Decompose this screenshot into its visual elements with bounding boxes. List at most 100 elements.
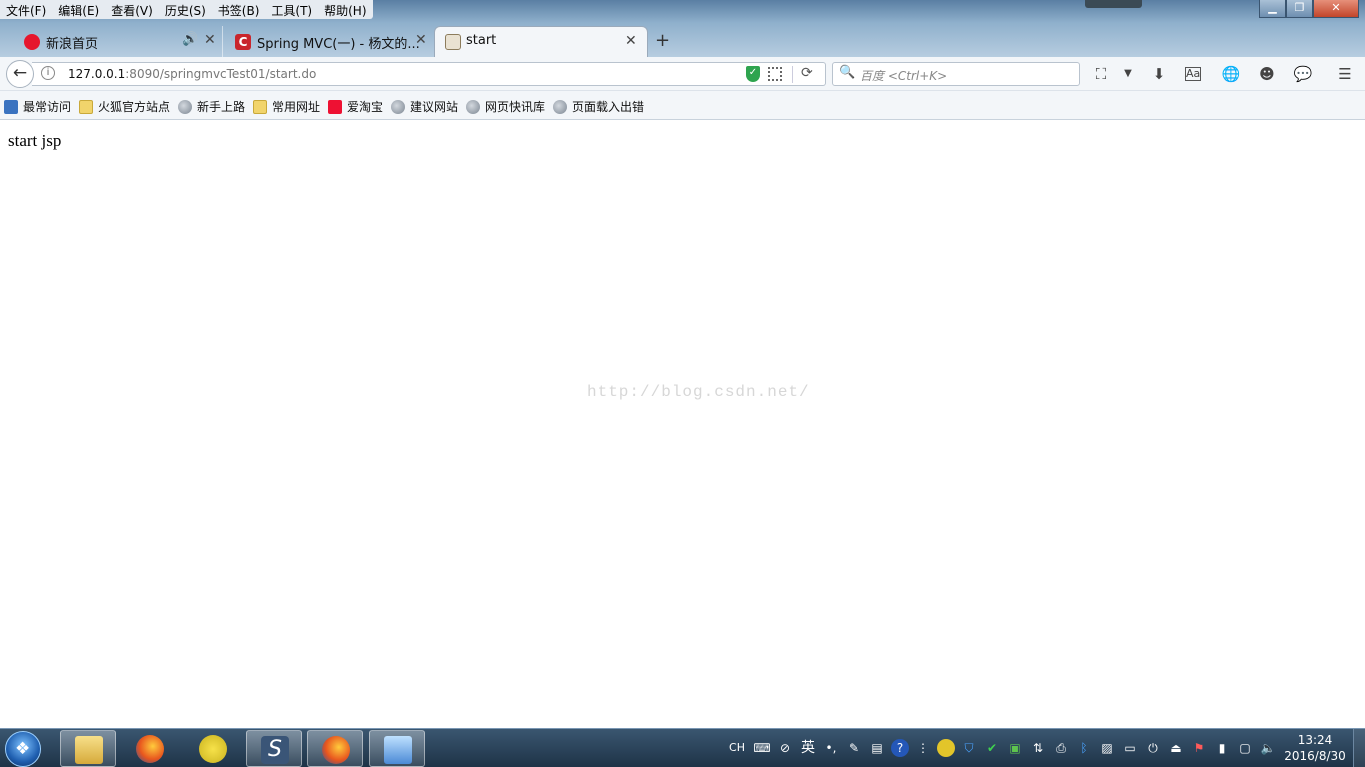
bookmark-web-slices[interactable]: 网页快讯库 <box>466 98 545 115</box>
url-host: 127.0.0.1 <box>68 67 126 81</box>
globe-icon <box>178 99 192 114</box>
window-titlebar: 文件(F) 编辑(E) 查看(V) 历史(S) 书签(B) 工具(T) 帮助(H… <box>0 0 1365 57</box>
tab-label: 新浪首页 <box>46 37 99 52</box>
csdn-icon: C <box>235 34 251 50</box>
search-box[interactable]: 🔍 百度 <Ctrl+K> <box>832 62 1080 86</box>
info-icon[interactable]: i <box>41 66 55 80</box>
speaker-icon[interactable]: 🔊 <box>182 32 198 47</box>
translate-icon[interactable]: 🌐 <box>1221 64 1241 84</box>
display-icon[interactable]: ▢ <box>1236 739 1254 757</box>
clock[interactable]: 13:24 2016/8/30 <box>1276 732 1354 764</box>
tab-sina[interactable]: 新浪首页 🔊 ✕ <box>0 26 222 57</box>
dropdown-arrow-icon[interactable]: ▼ <box>1118 64 1138 84</box>
download-icon[interactable]: ⬇ <box>1149 64 1169 84</box>
power-icon[interactable]: ⏻ <box>1144 739 1162 757</box>
block-icon[interactable]: ⊘ <box>776 739 794 757</box>
maximize-button[interactable]: ❐ <box>1286 0 1313 18</box>
skin-icon[interactable]: ✎ <box>845 739 863 757</box>
options-icon[interactable]: ⋮ <box>914 739 932 757</box>
menu-bookmarks[interactable]: 书签(B) <box>212 0 266 19</box>
bookmark-most-visited[interactable]: 最常访问 <box>4 98 71 115</box>
menu-icon[interactable]: ☰ <box>1335 64 1355 84</box>
url-bar[interactable]: i 127.0.0.1:8090/springmvcTest01/start.d… <box>32 62 826 86</box>
keyboard-icon[interactable]: ⌨ <box>753 739 771 757</box>
bookmark-label: 常用网址 <box>272 100 321 114</box>
menu-view[interactable]: 查看(V) <box>105 0 159 19</box>
show-desktop-button[interactable] <box>1353 729 1365 767</box>
punctuation-icon[interactable]: •, <box>822 739 840 757</box>
photo-icon[interactable]: ▨ <box>1098 739 1116 757</box>
menu-file[interactable]: 文件(F) <box>0 0 52 19</box>
tab-start[interactable]: start ✕ <box>434 26 648 57</box>
flag-icon[interactable]: ⚑ <box>1190 739 1208 757</box>
battery-icon[interactable]: ▮ <box>1213 739 1231 757</box>
star-icon <box>4 99 18 114</box>
menu-edit[interactable]: 编辑(E) <box>52 0 105 19</box>
search-placeholder: 百度 <Ctrl+K> <box>860 69 948 83</box>
qr-code-icon[interactable] <box>768 67 782 81</box>
menu-help[interactable]: 帮助(H) <box>318 0 372 19</box>
taskbar-music[interactable] <box>185 730 241 767</box>
taskbar-sts[interactable]: S <box>246 730 302 767</box>
app-icon[interactable]: ▣ <box>1006 739 1024 757</box>
search-icon: 🔍 <box>839 65 856 80</box>
globe-icon <box>391 99 405 114</box>
signal-indicator <box>1085 0 1142 8</box>
menu-tools[interactable]: 工具(T) <box>265 0 318 19</box>
bookmark-label: 最常访问 <box>23 100 72 114</box>
reload-icon[interactable]: ⟳ <box>801 65 813 81</box>
taobao-icon <box>328 99 342 114</box>
minimize-button[interactable]: ▁ <box>1259 0 1286 18</box>
qq-music-icon[interactable] <box>937 739 955 757</box>
close-tab-icon[interactable]: ✕ <box>415 32 427 48</box>
firefox-icon <box>322 736 350 764</box>
printer-icon[interactable]: ⎙ <box>1052 739 1070 757</box>
security-shield-icon[interactable]: ⛉ <box>960 739 978 757</box>
taskbar-firefox[interactable] <box>122 730 178 767</box>
divider <box>792 66 793 83</box>
ime-mode[interactable]: 英 <box>799 739 817 757</box>
clock-date: 2016/8/30 <box>1284 749 1346 763</box>
page-content: start jsp http://blog.csdn.net/ <box>0 120 1365 728</box>
globe-icon <box>466 99 480 114</box>
menu-history[interactable]: 历史(S) <box>159 0 212 19</box>
close-tab-icon[interactable]: ✕ <box>625 33 637 49</box>
back-button[interactable]: ← <box>6 60 34 88</box>
window-icon[interactable]: ▭ <box>1121 739 1139 757</box>
firefox-icon <box>136 735 164 763</box>
system-tray: CH ⌨ ⊘ 英 •, ✎ ▤ ? ⋮ ⛉ ✔ ▣ ⇅ ⎙ ᛒ ▨ ▭ ⏻ ⏏ … <box>726 737 1282 759</box>
bookmark-label: 网页快讯库 <box>485 100 546 114</box>
new-tab-button[interactable]: + <box>655 30 670 51</box>
windows-logo-icon: ❖ <box>15 739 31 759</box>
close-tab-icon[interactable]: ✕ <box>204 32 216 48</box>
tab-spring-mvc[interactable]: C Spring MVC(一) - 杨文的... ✕ <box>222 26 434 57</box>
language-indicator[interactable]: CH <box>726 739 748 757</box>
taskbar-firefox-active[interactable] <box>307 730 363 767</box>
network-icon[interactable]: ⇅ <box>1029 739 1047 757</box>
emoji-icon[interactable]: ☻ <box>1257 64 1277 84</box>
bookmark-aitaobao[interactable]: 爱淘宝 <box>328 98 383 115</box>
bookmarks-toolbar: 最常访问 火狐官方站点 新手上路 常用网址 爱淘宝 建议网站 网页快讯库 页面载… <box>0 91 1365 120</box>
bookmark-suggested-sites[interactable]: 建议网站 <box>391 98 458 115</box>
bookmark-common-sites[interactable]: 常用网址 <box>253 98 320 115</box>
page-icon <box>445 34 461 50</box>
bookmark-firefox-sites[interactable]: 火狐官方站点 <box>79 98 170 115</box>
shield-icon[interactable]: ✓ <box>746 66 760 82</box>
volume-icon[interactable]: 🔈 <box>1259 739 1277 757</box>
toolbox-icon[interactable]: ▤ <box>868 739 886 757</box>
bookmark-getting-started[interactable]: 新手上路 <box>178 98 245 115</box>
help-icon[interactable]: ? <box>891 739 909 757</box>
bluetooth-icon[interactable]: ᛒ <box>1075 739 1093 757</box>
start-button[interactable]: ❖ <box>5 731 41 767</box>
taskbar-explorer[interactable] <box>60 730 116 767</box>
crop-icon[interactable]: ⛶ <box>1091 64 1111 84</box>
chat-icon[interactable]: 💬 <box>1293 64 1313 84</box>
bookmark-label: 页面载入出错 <box>572 100 645 114</box>
close-window-button[interactable]: ✕ <box>1313 0 1359 18</box>
usb-icon[interactable]: ⏏ <box>1167 739 1185 757</box>
taskbar-remote-desktop[interactable] <box>369 730 425 767</box>
reader-view-icon[interactable]: Aa <box>1185 67 1201 81</box>
url-text[interactable]: 127.0.0.1:8090/springmvcTest01/start.do <box>68 67 316 81</box>
checkmark-icon[interactable]: ✔ <box>983 739 1001 757</box>
bookmark-page-load-error[interactable]: 页面载入出错 <box>553 98 644 115</box>
